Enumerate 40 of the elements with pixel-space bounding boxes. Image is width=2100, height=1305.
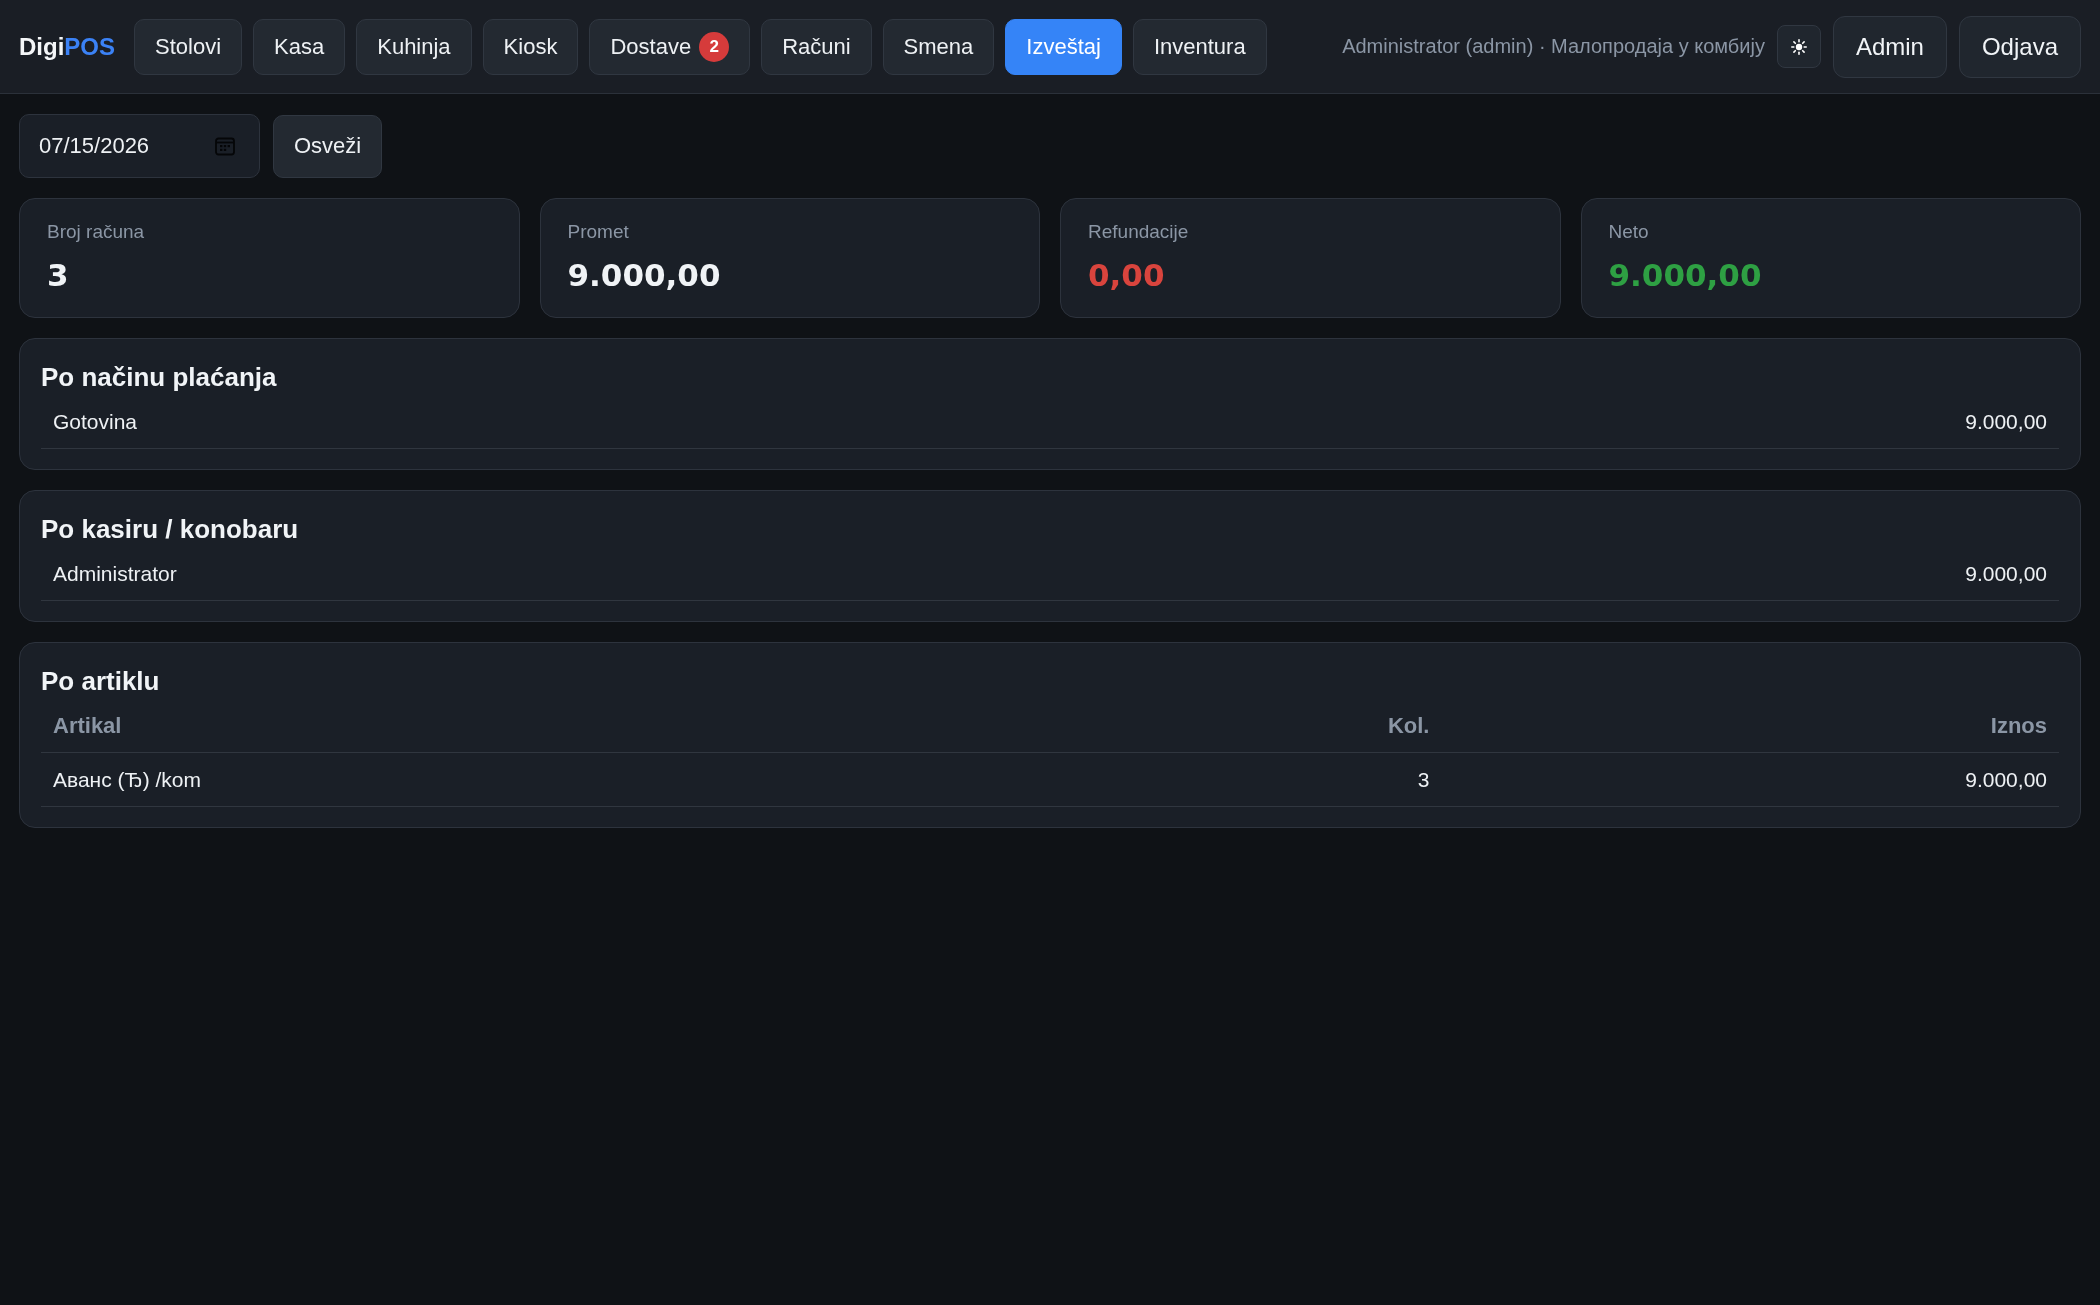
date-field[interactable]: 07/15/2026 (19, 114, 260, 178)
refresh-button[interactable]: Osveži (273, 114, 383, 178)
nav-tab[interactable]: Računi (761, 18, 872, 75)
calendar-icon (215, 136, 235, 156)
column-header: Artikal (41, 699, 1151, 753)
app-logo: DigiPOS (19, 32, 115, 61)
table-cell: 9.000,00 (1441, 752, 2059, 807)
nav-tab[interactable]: Smena (882, 18, 995, 75)
stat-label: Promet (567, 220, 630, 244)
nav-tab[interactable]: Izveštaj (1005, 18, 1122, 75)
nav-tab[interactable]: Kuhinja (356, 18, 472, 75)
nav-tab[interactable]: Kasa (253, 18, 346, 75)
nav-tab[interactable]: Stolovi (134, 18, 243, 75)
panel-title: Po kasiru / konobaru (41, 513, 300, 546)
logout-button[interactable]: Odjava (1958, 15, 2081, 78)
table-cell: 9.000,00 (1217, 547, 2059, 601)
admin-button[interactable]: Admin (1832, 15, 1947, 78)
nav-tab[interactable]: Kiosk (482, 18, 579, 75)
column-header: Kol. (1150, 699, 1442, 753)
user-info-text: Administrator (admin) · Малопродаја у комбију (1342, 35, 1765, 58)
stat-value: 9.000,00 (1608, 256, 1763, 295)
count-badge: 2 (699, 31, 730, 62)
stat-label: Neto (1608, 220, 1650, 244)
stat-label: Broj računa (47, 220, 146, 244)
sun-icon (1790, 38, 1807, 55)
theme-toggle-button[interactable] (1776, 25, 1821, 68)
stat-label: Refundacije (1088, 220, 1190, 244)
stat-value: 0,00 (1088, 256, 1166, 295)
nav-tab[interactable]: Dostave 2 (589, 18, 751, 75)
panel-title: Po artiklu (41, 665, 161, 698)
table-cell: 9.000,00 (1060, 395, 2059, 449)
panel-title: Po načinu plaćanja (41, 361, 278, 394)
column-header: Iznos (1441, 699, 2059, 753)
table-cell: 3 (1150, 752, 1442, 807)
nav-tab[interactable]: Inventura (1132, 18, 1267, 75)
stat-value: 3 (47, 256, 70, 295)
table-cell: Administrator (41, 547, 1217, 601)
table-cell: Gotovina (41, 395, 1061, 449)
table-cell: Аванс (Ђ) /kom (41, 752, 1151, 807)
stat-value: 9.000,00 (567, 256, 722, 295)
